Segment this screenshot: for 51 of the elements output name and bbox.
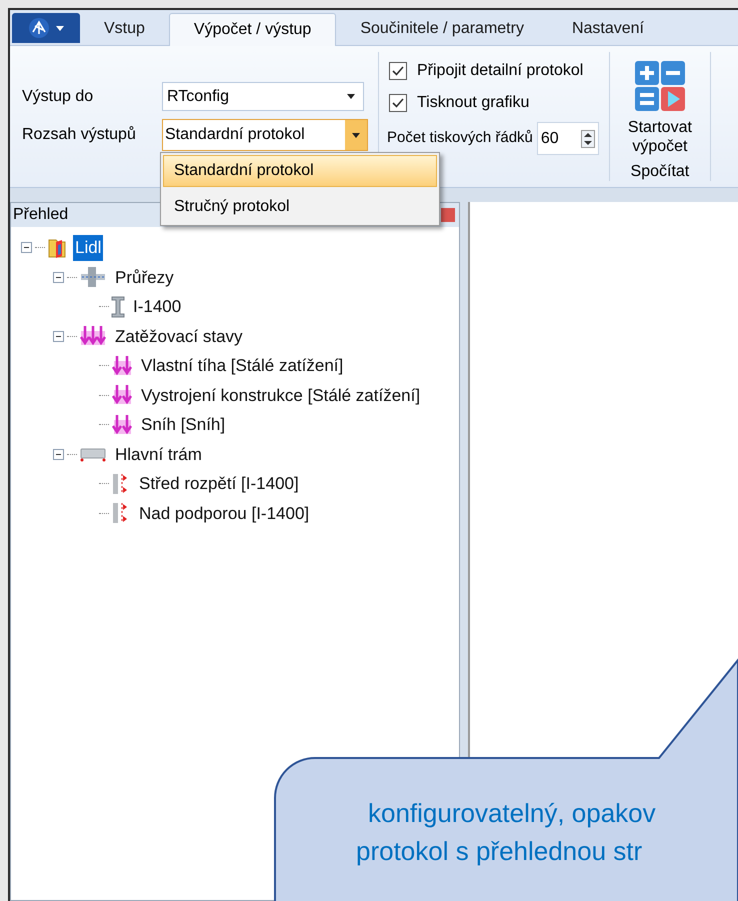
logo-icon xyxy=(28,17,50,39)
folder-icon xyxy=(47,236,67,259)
tree-item[interactable]: Vlastní tíha [Stálé zatížení] xyxy=(139,353,346,378)
tree-item[interactable]: Lidl xyxy=(73,235,104,260)
callout-text: protokol s přehlednou str xyxy=(356,835,642,868)
field-label: Výstup do xyxy=(22,86,94,106)
ribbon-tab[interactable]: Součinitele / parametry xyxy=(336,13,548,45)
caret-icon xyxy=(347,94,355,99)
group-label: Spočítat xyxy=(630,162,690,182)
collapse-icon[interactable] xyxy=(20,242,32,254)
collapse-icon[interactable] xyxy=(52,272,64,283)
collapse-icon[interactable] xyxy=(52,330,64,342)
field-label: Rozsah výstupů xyxy=(22,125,137,145)
ribbon-tab[interactable]: Nastavení xyxy=(548,13,668,45)
tree-item[interactable]: Vystrojení konstrukce [Stálé zatížení] xyxy=(139,382,422,408)
calculator-icon xyxy=(634,60,686,112)
load-arrows-icon xyxy=(111,384,133,406)
dropdown-option[interactable]: Standardní protokol xyxy=(163,155,437,187)
tree-item[interactable]: Hlavní trám xyxy=(113,442,204,467)
checkbox-label: Tisknout grafiku xyxy=(417,93,530,113)
app-menu-button[interactable] xyxy=(12,13,80,43)
load-arrows-icon xyxy=(111,354,133,377)
caret-icon xyxy=(56,26,64,30)
cross-section-icon xyxy=(79,266,107,288)
tree-item[interactable]: Sníh [Sníh] xyxy=(139,412,228,438)
checkbox[interactable] xyxy=(389,62,407,80)
ribbon-tab[interactable]: Výpočet / výstup xyxy=(168,13,336,46)
range-dropdown[interactable]: Standardní protokol xyxy=(162,119,368,151)
tree-item[interactable]: Střed rozpětí [I-1400] xyxy=(137,471,301,496)
spinner-arrows-icon xyxy=(580,130,595,148)
field-label: Počet tiskových řádků xyxy=(387,128,533,148)
tree-item[interactable]: I-1400 xyxy=(131,294,184,320)
callout-text: konfigurovatelný, opakov xyxy=(368,797,656,830)
line-count-spinner[interactable]: 60 xyxy=(536,122,599,155)
tree-item[interactable]: Zatěžovací stavy xyxy=(113,324,245,349)
tree-item[interactable]: Nad podporou [I-1400] xyxy=(137,500,312,526)
panel-title: Přehled xyxy=(12,205,68,225)
load-arrows-icon xyxy=(79,325,107,348)
dropdown-option[interactable]: Stručný protokol xyxy=(163,191,437,223)
output-dropdown[interactable]: RTconfig xyxy=(162,82,364,111)
caret-icon xyxy=(352,132,360,138)
tree-item[interactable]: Průřezy xyxy=(113,264,176,290)
i-beam-icon xyxy=(111,296,125,318)
load-arrows-icon xyxy=(111,414,133,436)
ribbon-tab[interactable]: Vstup xyxy=(80,13,169,45)
check-icon xyxy=(392,66,404,76)
start-calculation-button[interactable]: Startovat výpočet xyxy=(616,60,704,156)
checkbox-label: Připojit detailní protokol xyxy=(417,61,584,81)
check-icon xyxy=(392,98,404,108)
checkbox[interactable] xyxy=(389,94,407,112)
collapse-icon[interactable] xyxy=(52,448,64,460)
